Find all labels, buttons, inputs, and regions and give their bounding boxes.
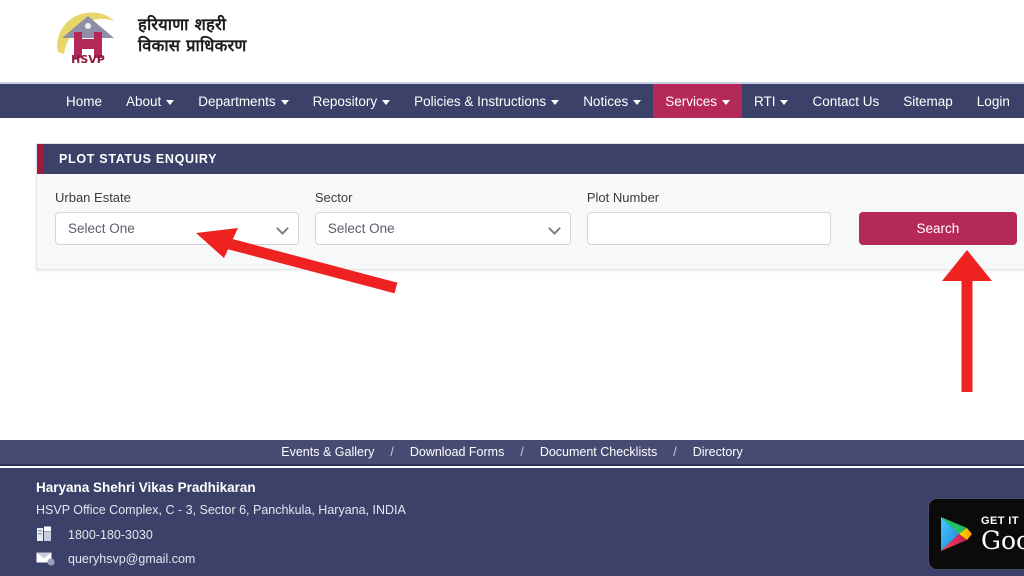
urban-estate-value: Select One: [68, 221, 135, 236]
footer-phone-row: 1800-180-3030: [36, 526, 1024, 543]
page-title: PLOT STATUS ENQUIRY: [59, 152, 217, 166]
sector-select[interactable]: Select One: [315, 212, 571, 245]
field-plot-number: Plot Number: [587, 190, 831, 245]
nav-item-home[interactable]: Home: [54, 84, 114, 118]
nav-item-label: Home: [66, 94, 102, 109]
chevron-down-icon: [548, 222, 561, 235]
nav-item-policies-instructions[interactable]: Policies & Instructions: [402, 84, 571, 118]
nav-item-about[interactable]: About: [114, 84, 186, 118]
field-sector: Sector Select One: [315, 190, 571, 245]
search-button[interactable]: Search: [859, 212, 1017, 245]
brand-title-line2: विकास प्राधिकरण: [138, 35, 247, 56]
nav-item-label: RTI: [754, 94, 776, 109]
chevron-down-icon: [722, 100, 730, 105]
chevron-down-icon: [166, 100, 174, 105]
footer-email[interactable]: queryhsvp@gmail.com: [68, 552, 195, 566]
chevron-down-icon: [633, 100, 641, 105]
play-badge-big-text: Goo: [981, 527, 1024, 554]
sector-label: Sector: [315, 190, 571, 205]
footer-link-download-forms[interactable]: Download Forms: [394, 445, 520, 459]
play-badge-text: GET IT Goo: [981, 515, 1024, 554]
footer-link-document-checklists[interactable]: Document Checklists: [524, 445, 673, 459]
sector-value: Select One: [328, 221, 395, 236]
nav-item-label: Services: [665, 94, 717, 109]
footer-link-events-gallery[interactable]: Events & Gallery: [265, 445, 390, 459]
google-play-badge[interactable]: GET IT Goo: [928, 498, 1024, 570]
google-play-icon: [939, 515, 973, 553]
nav-item-services[interactable]: Services: [653, 84, 742, 118]
nav-item-label: Policies & Instructions: [414, 94, 546, 109]
nav-item-label: Departments: [198, 94, 275, 109]
hsvp-logo-icon: HSVP: [52, 4, 124, 66]
nav-item-notices[interactable]: Notices: [571, 84, 653, 118]
footer-link-directory[interactable]: Directory: [677, 445, 759, 459]
footer-email-row: queryhsvp@gmail.com: [36, 550, 1024, 567]
nav-item-contact-us[interactable]: Contact Us: [800, 84, 891, 118]
chevron-down-icon: [382, 100, 390, 105]
footer-org-name: Haryana Shehri Vikas Pradhikaran: [36, 480, 1024, 495]
site-header: HSVP हरियाणा शहरी विकास प्राधिकरण: [0, 0, 1024, 84]
svg-text:HSVP: HSVP: [71, 53, 105, 64]
annotation-arrow-search-button: [942, 250, 992, 392]
chevron-down-icon: [780, 100, 788, 105]
plot-number-label: Plot Number: [587, 190, 831, 205]
nav-item-login[interactable]: Login: [965, 84, 1022, 118]
nav-item-label: About: [126, 94, 161, 109]
nav-item-repository[interactable]: Repository: [301, 84, 403, 118]
plot-number-input[interactable]: [587, 212, 831, 245]
nav-item-label: Repository: [313, 94, 378, 109]
site-footer: Haryana Shehri Vikas Pradhikaran HSVP Of…: [0, 468, 1024, 576]
chevron-down-icon: [281, 100, 289, 105]
nav-item-departments[interactable]: Departments: [186, 84, 300, 118]
main-navigation: Home About Departments Repository Policies &…: [0, 84, 1024, 118]
plot-status-enquiry-panel: PLOT STATUS ENQUIRY Urban Estate Select …: [36, 143, 1024, 270]
page-root: HSVP हरियाणा शहरी विकास प्राधिकरण Home Ab…: [0, 0, 1024, 576]
brand-title: हरियाणा शहरी विकास प्राधिकरण: [138, 14, 247, 56]
chevron-down-icon: [276, 222, 289, 235]
footer-phone[interactable]: 1800-180-3030: [68, 528, 153, 542]
urban-estate-label: Urban Estate: [55, 190, 299, 205]
panel-body: Urban Estate Select One Sector Select On…: [37, 174, 1024, 269]
chevron-down-icon: [551, 100, 559, 105]
nav-item-rti[interactable]: RTI: [742, 84, 801, 118]
footer-address: HSVP Office Complex, C - 3, Sector 6, Pa…: [36, 503, 1024, 517]
brand-logo[interactable]: HSVP हरियाणा शहरी विकास प्राधिकरण: [52, 4, 247, 66]
panel-header: PLOT STATUS ENQUIRY: [37, 144, 1024, 174]
urban-estate-select[interactable]: Select One: [55, 212, 299, 245]
brand-title-line1: हरियाणा शहरी: [138, 14, 247, 35]
field-urban-estate: Urban Estate Select One: [55, 190, 299, 245]
nav-item-sitemap[interactable]: Sitemap: [891, 84, 965, 118]
email-icon: [36, 550, 56, 567]
fax-icon: [36, 526, 56, 543]
nav-item-label: Login: [977, 94, 1010, 109]
nav-item-label: Sitemap: [903, 94, 953, 109]
play-badge-small-text: GET IT: [981, 515, 1024, 527]
nav-item-label: Notices: [583, 94, 628, 109]
nav-item-label: Contact Us: [812, 94, 879, 109]
footer-links-bar: Events & Gallery/Download Forms/Document…: [0, 440, 1024, 466]
